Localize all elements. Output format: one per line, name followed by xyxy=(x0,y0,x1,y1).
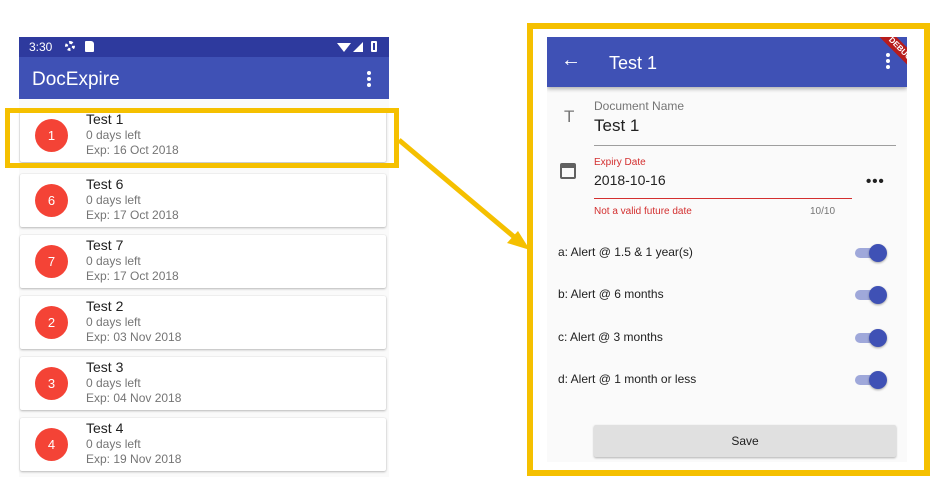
document-days-left: 0 days left xyxy=(86,376,141,390)
document-days-left: 0 days left xyxy=(86,193,141,207)
expiry-date-label: Expiry Date xyxy=(594,157,646,168)
expiry-date-input[interactable]: 2018-10-16 xyxy=(594,172,666,188)
alert-label: d: Alert @ 1 month or less xyxy=(558,372,697,386)
document-avatar: 3 xyxy=(35,367,68,400)
text-field-icon: T xyxy=(564,107,575,126)
document-avatar: 4 xyxy=(35,428,68,461)
alert-label: a: Alert @ 1.5 & 1 year(s) xyxy=(558,245,693,259)
document-expiry: Exp: 04 Nov 2018 xyxy=(86,391,182,405)
alert-toggle-a[interactable] xyxy=(853,244,887,262)
document-card[interactable]: 3 Test 3 0 days left Exp: 04 Nov 2018 xyxy=(20,357,386,410)
document-expiry: Exp: 19 Nov 2018 xyxy=(86,452,182,466)
document-name-input[interactable]: Test 1 xyxy=(594,116,639,136)
document-card[interactable]: 6 Test 6 0 days left Exp: 17 Oct 2018 xyxy=(20,174,386,227)
document-name-underline xyxy=(594,145,896,146)
expiry-date-underline xyxy=(594,198,852,199)
document-expiry: Exp: 03 Nov 2018 xyxy=(86,330,182,344)
document-avatar: 6 xyxy=(35,184,68,217)
alert-toggle-b[interactable] xyxy=(853,286,887,304)
alert-label: c: Alert @ 3 months xyxy=(558,330,663,344)
document-avatar: 2 xyxy=(35,306,68,339)
calendar-icon[interactable] xyxy=(560,163,576,179)
document-list: 1 Test 1 0 days left Exp: 16 Oct 2018 6 … xyxy=(19,37,389,477)
document-title: Test 3 xyxy=(86,359,124,375)
alert-row-d: d: Alert @ 1 month or less xyxy=(558,368,898,392)
document-title: Test 4 xyxy=(86,420,124,436)
document-days-left: 0 days left xyxy=(86,315,141,329)
alert-toggle-c[interactable] xyxy=(853,329,887,347)
alert-row-b: b: Alert @ 6 months xyxy=(558,283,898,307)
save-button[interactable]: Save xyxy=(594,425,896,457)
document-detail-screen: ← Test 1 DEBUG T Document Name Test 1 Ex… xyxy=(547,37,907,462)
document-days-left: 0 days left xyxy=(86,437,141,451)
document-title: Test 2 xyxy=(86,298,124,314)
alert-label: b: Alert @ 6 months xyxy=(558,287,664,301)
expiry-date-counter: 10/10 xyxy=(810,206,836,217)
document-days-left: 0 days left xyxy=(86,254,141,268)
more-options-icon[interactable]: ••• xyxy=(866,173,885,190)
document-avatar: 7 xyxy=(35,245,68,278)
detail-title: Test 1 xyxy=(609,53,658,73)
alert-row-a: a: Alert @ 1.5 & 1 year(s) xyxy=(558,241,898,265)
back-arrow-icon[interactable]: ← xyxy=(561,49,581,72)
document-expiry: Exp: 17 Oct 2018 xyxy=(86,269,179,283)
document-title: Test 7 xyxy=(86,237,124,253)
expiry-date-error: Not a valid future date xyxy=(594,206,692,217)
alert-toggle-d[interactable] xyxy=(853,371,887,389)
alert-row-c: c: Alert @ 3 months xyxy=(558,326,898,350)
overflow-menu-icon[interactable] xyxy=(886,53,890,71)
document-card[interactable]: 4 Test 4 0 days left Exp: 19 Nov 2018 xyxy=(20,418,386,471)
document-card[interactable]: 7 Test 7 0 days left Exp: 17 Oct 2018 xyxy=(20,235,386,288)
selected-item-highlight xyxy=(5,108,399,168)
document-name-label: Document Name xyxy=(594,99,685,113)
document-title: Test 6 xyxy=(86,176,124,192)
detail-app-bar: ← Test 1 DEBUG xyxy=(547,37,907,87)
document-card[interactable]: 2 Test 2 0 days left Exp: 03 Nov 2018 xyxy=(20,296,386,349)
document-expiry: Exp: 17 Oct 2018 xyxy=(86,208,179,222)
